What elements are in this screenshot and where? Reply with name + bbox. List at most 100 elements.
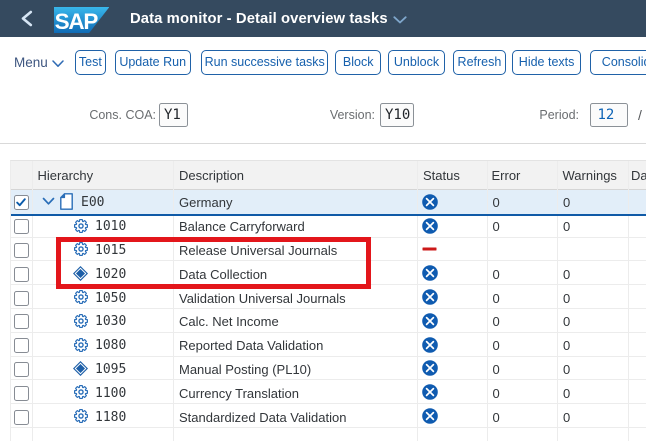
filter-input-2[interactable]: 12 xyxy=(590,103,628,127)
row-checkbox[interactable] xyxy=(13,385,29,401)
status-cancel-icon[interactable] xyxy=(422,289,438,305)
expand-chevron-down-icon[interactable] xyxy=(42,197,55,206)
row-checkbox[interactable] xyxy=(13,290,29,306)
sap-logo[interactable]: SAP xyxy=(53,7,110,38)
toolbar-button-refresh[interactable]: Refresh xyxy=(452,50,507,75)
table-row-1010[interactable]: 1010 Balance Carryforward 0 0 xyxy=(10,213,646,238)
description-cell: Balance Carryforward xyxy=(174,213,418,238)
status-cancel-icon[interactable] xyxy=(422,313,438,329)
row-checkbox-cell xyxy=(11,380,33,405)
hierarchy-code: 1080 xyxy=(95,338,127,354)
title-menu-button[interactable] xyxy=(392,2,407,39)
status-cancel-icon[interactable] xyxy=(422,360,438,377)
warnings-cell: 0 xyxy=(558,285,629,309)
status-cancel-icon[interactable] xyxy=(422,408,438,424)
filter-input-0[interactable]: Y1 xyxy=(159,103,188,127)
status-cell xyxy=(418,261,488,286)
table-row-1020[interactable]: 1020 Data Collection 0 0 xyxy=(10,261,646,286)
gear-icon xyxy=(73,242,88,257)
row-checkbox[interactable] xyxy=(13,219,29,235)
toolbar-buttons: Test Update Run Run successive tasks Block U… xyxy=(0,50,646,75)
toolbar-button-unblock[interactable]: Unblock xyxy=(387,50,446,75)
toolbar-button-block[interactable]: Block xyxy=(334,50,382,75)
hierarchy-cell: 1050 xyxy=(33,285,174,309)
table-row-1100[interactable]: 1100 Currency Translation 0 0 xyxy=(10,380,646,405)
error-cell: 0 xyxy=(488,308,558,333)
warnings-cell: 0 xyxy=(558,332,629,357)
toolbar-button-update-run[interactable]: Update Run xyxy=(114,50,191,75)
table-row-1050[interactable]: 1050 Validation Universal Journals 0 0 xyxy=(10,285,646,309)
extra-cell xyxy=(629,285,646,309)
row-checkbox-cell xyxy=(11,237,33,262)
description-cell: Standardized Data Validation xyxy=(174,404,418,428)
table-row-E00[interactable]: E00 Germany 0 0 xyxy=(10,190,646,214)
column-header-error[interactable]: Error xyxy=(488,161,558,190)
status-cancel-icon[interactable] xyxy=(422,217,438,234)
error-cell xyxy=(488,237,558,262)
table-row-1095[interactable]: 1095 Manual Posting (PL10) 0 0 xyxy=(10,356,646,381)
row-checkbox[interactable] xyxy=(13,314,29,330)
column-header-description[interactable]: Description xyxy=(174,161,418,190)
hierarchy-code: 1015 xyxy=(95,242,127,258)
extra-cell xyxy=(629,238,646,262)
page: SAP Data monitor - Detail overview tasks… xyxy=(0,0,646,441)
description-cell: Germany xyxy=(174,190,418,214)
status-cancel-icon[interactable] xyxy=(422,384,438,401)
table-row-1015[interactable]: 1015 Release Universal Journals xyxy=(10,237,646,262)
filter-input-1[interactable]: Y10 xyxy=(380,103,414,127)
separator-line xyxy=(0,143,646,144)
description-cell: Calc. Net Income xyxy=(174,308,418,333)
row-checkbox-cell xyxy=(11,261,33,286)
status-cancel-icon[interactable] xyxy=(422,194,438,210)
status-cancel-icon[interactable] xyxy=(422,336,438,353)
description-cell: Reported Data Validation xyxy=(174,332,418,357)
status-cancel-icon[interactable] xyxy=(422,265,438,282)
diamond-icon xyxy=(73,360,88,377)
table-row-1030[interactable]: 1030 Calc. Net Income 0 0 xyxy=(10,308,646,333)
row-checkbox[interactable] xyxy=(13,266,29,282)
row-checkbox[interactable] xyxy=(13,242,29,258)
header-select-all[interactable] xyxy=(11,161,33,190)
extra-cell xyxy=(629,261,646,285)
back-button[interactable] xyxy=(14,0,38,37)
hierarchy-code: 1020 xyxy=(95,266,127,282)
error-cell: 0 xyxy=(488,261,558,286)
row-checkbox[interactable] xyxy=(13,409,29,425)
warnings-cell: 0 xyxy=(558,190,629,214)
hierarchy-cell: 1100 xyxy=(33,380,174,405)
status-cell xyxy=(418,404,488,428)
description-cell: Data Collection xyxy=(174,261,418,286)
row-checkbox-cell xyxy=(11,213,33,238)
error-cell: 0 xyxy=(488,285,558,309)
gear-icon xyxy=(73,409,88,424)
toolbar-button-test[interactable]: Test xyxy=(74,50,107,75)
hierarchy-cell: 1095 xyxy=(33,356,174,381)
row-checkbox[interactable] xyxy=(13,361,29,377)
table-row-empty[interactable] xyxy=(10,427,646,441)
row-checkbox-checked[interactable] xyxy=(13,195,29,211)
row-checkbox-cell xyxy=(11,404,33,428)
table-row-1080[interactable]: 1080 Reported Data Validation 0 0 xyxy=(10,332,646,357)
status-cell xyxy=(418,427,488,441)
error-cell xyxy=(488,427,558,441)
table-row-1180[interactable]: 1180 Standardized Data Validation 0 0 xyxy=(10,404,646,428)
description-cell xyxy=(174,427,418,441)
column-header-da[interactable]: Da xyxy=(629,161,646,190)
toolbar-button-hide-texts[interactable]: Hide texts xyxy=(512,50,581,75)
row-checkbox[interactable] xyxy=(13,338,29,354)
toolbar-button-consolidation[interactable]: Consolidation xyxy=(589,50,646,75)
extra-cell xyxy=(629,309,646,333)
error-cell: 0 xyxy=(488,380,558,405)
warnings-cell xyxy=(558,237,629,262)
warnings-cell: 0 xyxy=(558,404,629,428)
column-header-hierarchy[interactable]: Hierarchy xyxy=(33,161,174,190)
extra-cell xyxy=(629,428,646,441)
column-header-warnings[interactable]: Warnings xyxy=(558,161,629,190)
hierarchy-code: 1050 xyxy=(95,290,127,306)
status-dash-icon[interactable] xyxy=(422,247,437,251)
gear-icon xyxy=(73,313,88,328)
toolbar-button-run-successive-tasks[interactable]: Run successive tasks xyxy=(201,50,329,75)
document-icon xyxy=(60,193,73,211)
column-header-status[interactable]: Status xyxy=(418,161,488,190)
status-cell xyxy=(418,380,488,405)
